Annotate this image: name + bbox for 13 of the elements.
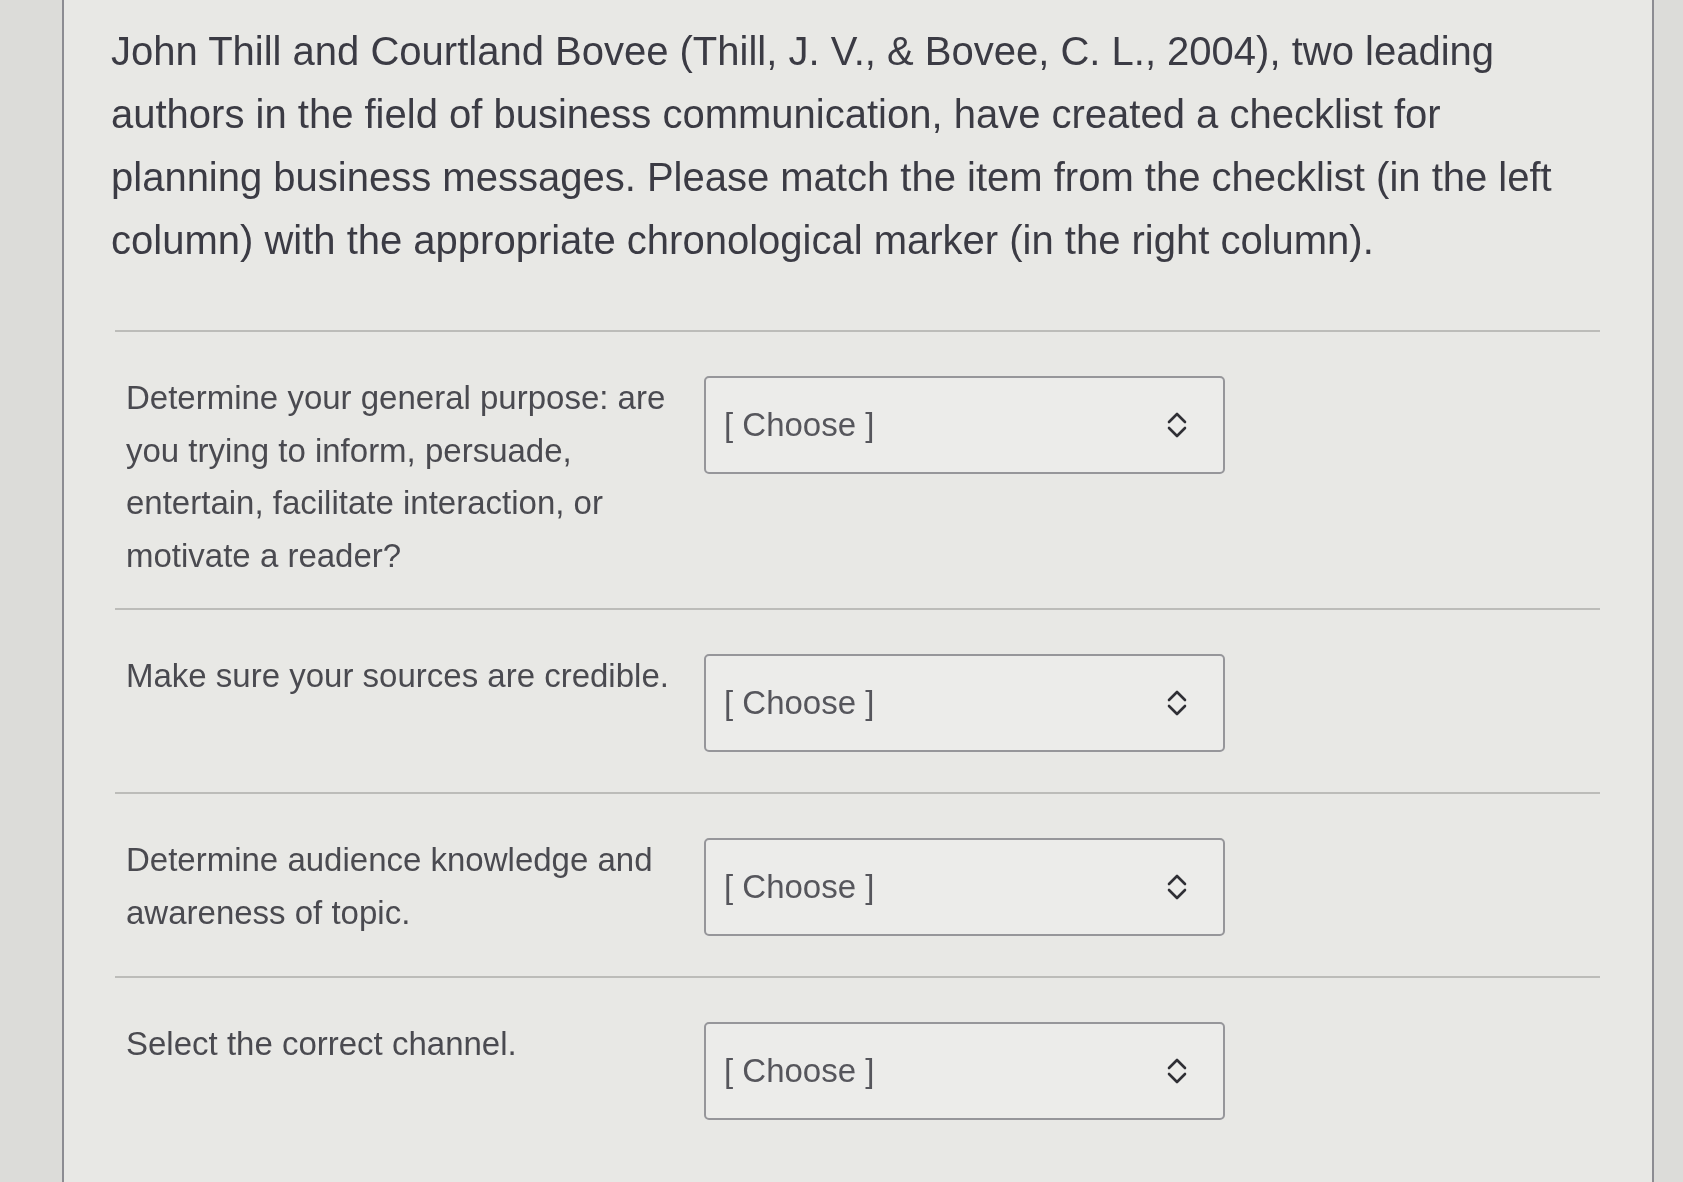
- dropdown-select[interactable]: [ Choose ]: [704, 376, 1225, 474]
- prompt-text: Make sure your sources are credible.: [126, 656, 670, 696]
- prompt-text: Determine audience knowledge and awareness of topic.: [126, 840, 654, 933]
- prompt-text: Select the correct channel.: [126, 1024, 518, 1064]
- question-text: John Thill and Courtland Bovee (Thill, J. V., & Bovee, C. L., 2004), two leading authors in the field of business communication, have created a checklist for planning business messages. Please match the item from the checklist (in the left column) with the appropriate chronological marker (in the right column).: [111, 28, 1553, 264]
- dropdown-select[interactable]: [ Choose ]: [704, 838, 1225, 936]
- dropdown-select[interactable]: [ Choose ]: [704, 654, 1225, 752]
- dropdown-select[interactable]: [ Choose ]: [704, 1022, 1225, 1120]
- up-down-chevron-icon: [1167, 689, 1187, 717]
- up-down-chevron-icon: [1167, 873, 1187, 901]
- up-down-chevron-icon: [1167, 411, 1187, 439]
- up-down-chevron-icon: [1167, 1057, 1187, 1085]
- prompt-text: Determine your general purpose: are you trying to inform, persuade, entertain, facilitate interaction, or motivate a reader?: [126, 378, 667, 576]
